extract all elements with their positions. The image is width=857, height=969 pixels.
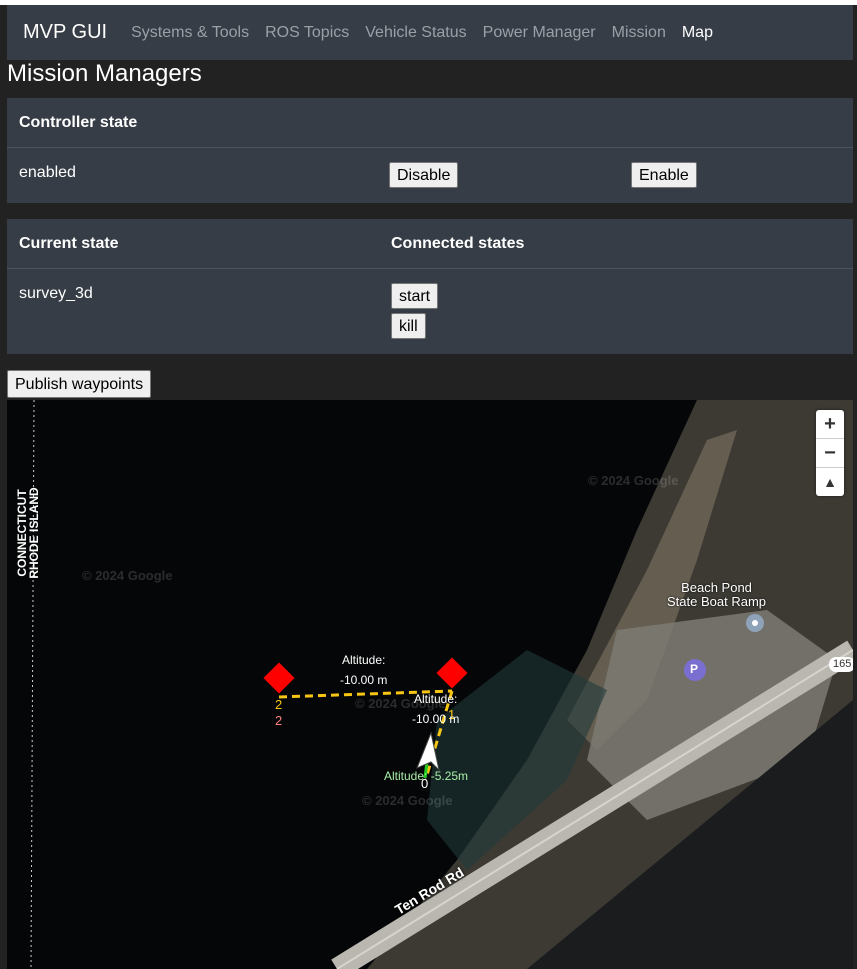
nav-power-manager[interactable]: Power Manager <box>483 24 596 42</box>
waypoint-1-altitude-value: -10.00 m <box>412 712 460 726</box>
map-zoom-controls: + − ▲ <box>816 410 844 496</box>
kill-state-button[interactable]: kill <box>391 313 426 339</box>
start-state-button[interactable]: start <box>391 283 439 309</box>
controller-state-header: Controller state <box>19 114 138 131</box>
watermark-left: © 2024 Google <box>82 568 173 583</box>
current-state-header: Current state <box>19 235 119 252</box>
place-marker-dot <box>752 620 758 626</box>
map-view[interactable]: CONNECTICUT RHODE ISLAND © 2024 Google ©… <box>7 400 853 969</box>
current-state-value: survey_3d <box>19 285 93 302</box>
nav-systems-tools[interactable]: Systems & Tools <box>131 24 249 42</box>
nav-ros-topics[interactable]: ROS Topics <box>265 24 349 42</box>
place-label-line2: State Boat Ramp <box>667 594 766 609</box>
zoom-in-button[interactable]: + <box>816 410 844 439</box>
mission-state-panel: Current state Connected states survey_3d… <box>7 219 853 354</box>
parking-symbol: P <box>690 662 699 676</box>
waypoint-2-id: 2 <box>275 697 283 712</box>
page-title: Mission Managers <box>7 60 202 87</box>
connected-states-header: Connected states <box>391 235 525 252</box>
publish-waypoints-button[interactable]: Publish waypoints <box>7 370 152 398</box>
waypoint-2-altitude-label: Altitude: <box>342 653 386 667</box>
waypoint-1-altitude-label: Altitude: <box>414 692 458 706</box>
reset-north-button[interactable]: ▲ <box>816 468 844 496</box>
place-label: Beach Pond State Boat Ramp <box>667 581 766 609</box>
controller-state-header-row: Controller state <box>7 98 853 148</box>
waypoint-2-marker <box>263 662 295 694</box>
mission-state-header-row: Current state Connected states <box>7 219 853 269</box>
nav-mission[interactable]: Mission <box>612 24 666 42</box>
enable-button[interactable]: Enable <box>631 162 697 188</box>
watermark-top: © 2024 Google <box>588 473 679 488</box>
state-label-rhode-island: RHODE ISLAND <box>27 487 41 579</box>
controller-state-value: enabled <box>19 164 76 181</box>
nav-vehicle-status[interactable]: Vehicle Status <box>365 24 466 42</box>
disable-button[interactable]: Disable <box>389 162 459 188</box>
nav-map[interactable]: Map <box>682 24 713 42</box>
navbar: MVP GUI Systems & Tools ROS Topics Vehic… <box>7 5 853 60</box>
watermark-lower: © 2024 Google <box>362 793 453 808</box>
zoom-out-button[interactable]: − <box>816 439 844 468</box>
controller-state-panel: Controller state enabled Disable Enable <box>7 98 853 203</box>
vehicle-index: 0 <box>421 776 429 791</box>
brand[interactable]: MVP GUI <box>23 21 107 44</box>
state-border-label: CONNECTICUT RHODE ISLAND <box>15 483 41 583</box>
waypoint-2-index: 2 <box>275 713 283 728</box>
waypoint-2-altitude-value: -10.00 m <box>340 673 388 687</box>
route-number: 165 <box>833 658 852 670</box>
place-label-line1: Beach Pond <box>681 580 752 595</box>
waypoint-1-marker <box>436 657 468 689</box>
